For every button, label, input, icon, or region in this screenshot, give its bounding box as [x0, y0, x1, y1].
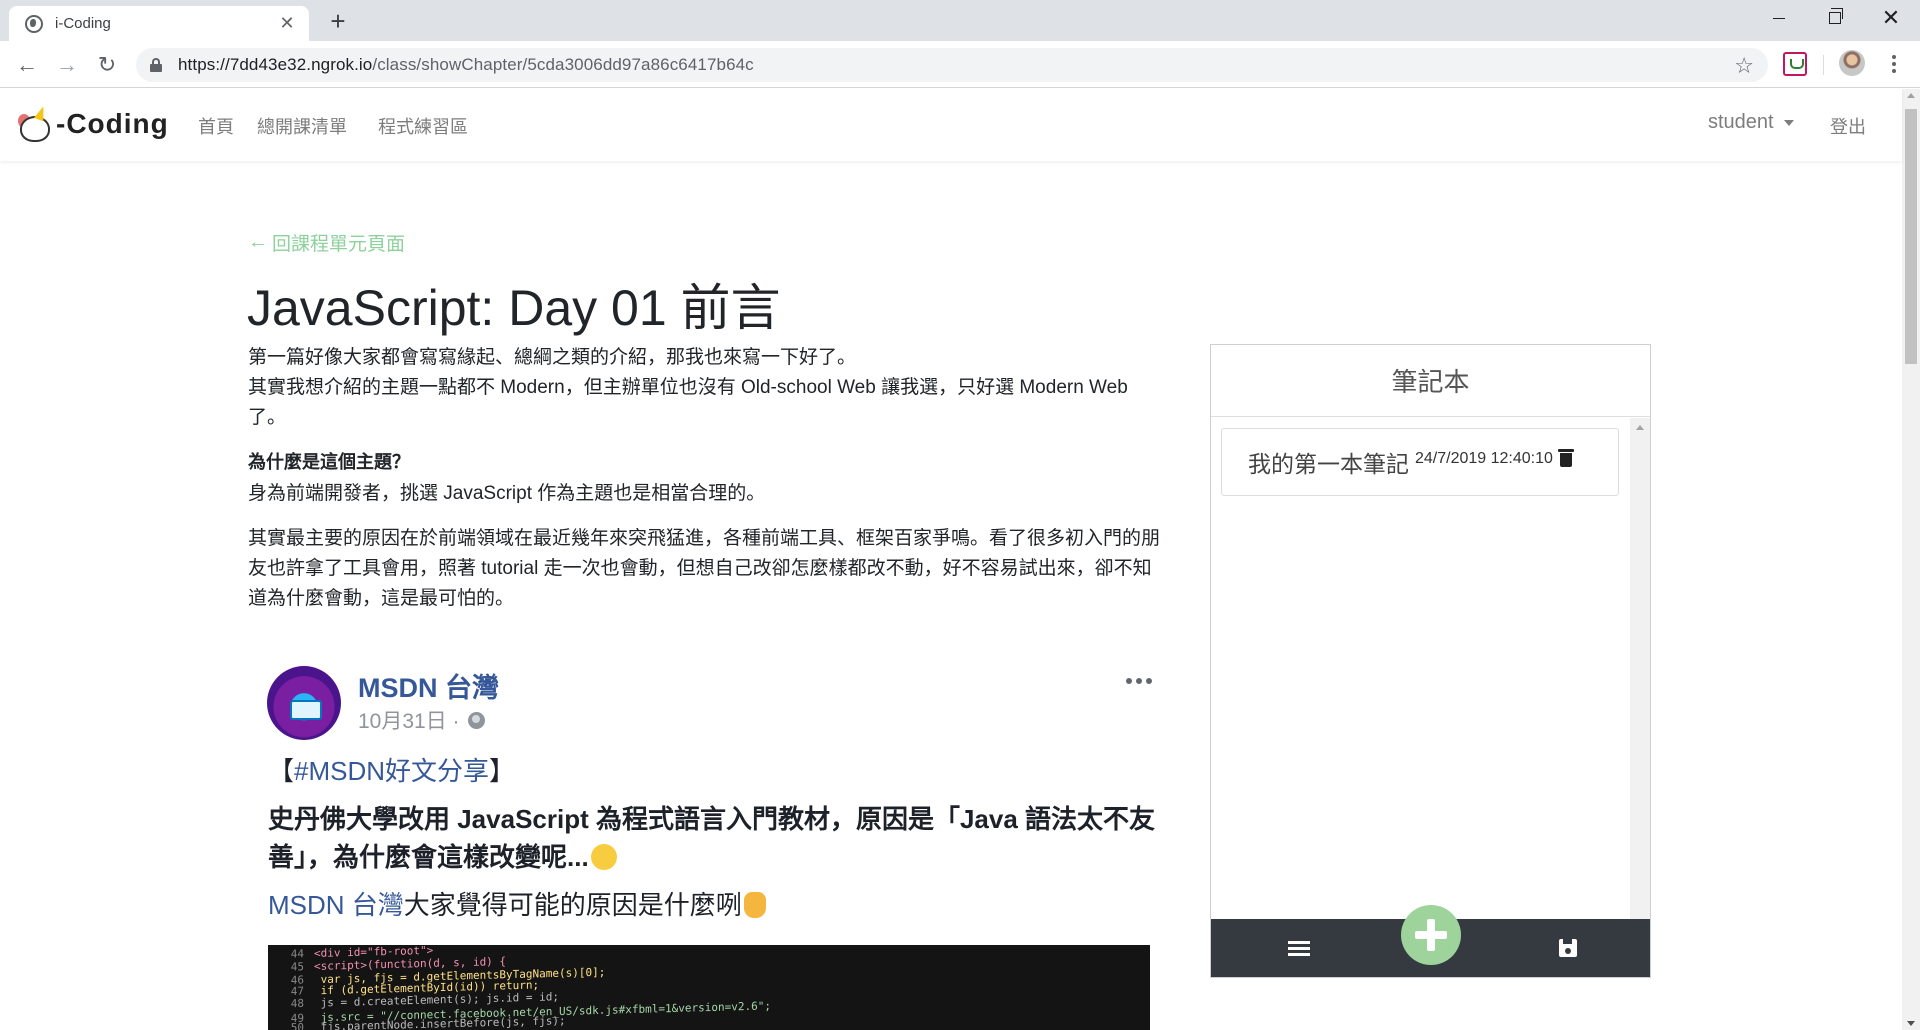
fb-hashtag-line: 【#MSDN好文分享】	[268, 752, 1168, 790]
profile-avatar[interactable]	[1839, 50, 1865, 76]
note-title: 我的第一本筆記	[1248, 451, 1409, 477]
nav-link-practice[interactable]: 程式練習區	[378, 113, 468, 139]
globe-icon	[25, 14, 43, 33]
close-icon[interactable]: ✕	[277, 13, 297, 34]
notebook-list: 我的第一本筆記 24/7/2019 12:40:10	[1211, 418, 1650, 919]
caret-down-icon	[1783, 119, 1794, 126]
scroll-up-arrow-icon[interactable]	[1907, 93, 1915, 98]
article-body: 第一篇好像大家都會寫寫緣起、總綱之類的介紹，那我也來寫一下好了。 其實我想介紹的…	[248, 343, 1170, 629]
browser-toolbar: ← → ↻ https://7dd43e32.ngrok.io/class/sh…	[0, 41, 1920, 88]
scroll-up-arrow-icon[interactable]	[1636, 425, 1644, 430]
note-item[interactable]: 我的第一本筆記 24/7/2019 12:40:10	[1221, 428, 1619, 496]
public-globe-icon	[467, 711, 485, 729]
fb-question-line: MSDN 台灣大家覺得可能的原因是什麼咧	[268, 886, 1168, 924]
fb-headline-text: 史丹佛大學改用 JavaScript 為程式語言入門教材，原因是「Java 語法…	[268, 804, 1156, 872]
save-icon[interactable]	[1559, 939, 1577, 957]
notebook-title: 筆記本	[1211, 345, 1650, 417]
page-scrollbar-thumb[interactable]	[1905, 109, 1917, 364]
scroll-down-arrow-icon[interactable]	[1907, 1021, 1915, 1026]
fb-hashtag-link[interactable]: #MSDN好文分享	[294, 756, 489, 786]
notebook-panel: 筆記本 我的第一本筆記 24/7/2019 12:40:10	[1210, 344, 1651, 978]
fb-post-code-image[interactable]: 44 <div id="fb-root"> 45 <script>(function…	[268, 945, 1150, 1030]
browser-tabstrip: i-Coding ✕ + ✕	[0, 0, 1920, 41]
msdn-page-avatar[interactable]	[267, 666, 341, 740]
bracket-close: 】	[489, 756, 516, 786]
restore-icon	[1829, 8, 1843, 24]
bookmark-star-icon[interactable]: ☆	[1734, 53, 1754, 79]
intro-line-1: 第一篇好像大家都會寫寫緣起、總綱之類的介紹，那我也來寫一下好了。	[248, 347, 857, 368]
user-dropdown[interactable]: student	[1708, 111, 1794, 134]
back-to-chapters-link[interactable]: ← 回課程單元頁面	[248, 229, 405, 256]
page-title: JavaScript: Day 01 前言	[247, 280, 781, 336]
bracket-open: 【	[268, 756, 295, 786]
trash-icon[interactable]	[1557, 449, 1574, 467]
facebook-embed-post: MSDN 台灣 10月31日 · 【#MSDN好文分享】 史丹佛大學改用 Jav…	[248, 652, 1168, 1030]
fb-page-name[interactable]: MSDN 台灣	[358, 666, 499, 705]
fb-mention-link[interactable]: MSDN 台灣	[268, 890, 404, 920]
raised-hand-emoji-icon	[743, 892, 766, 918]
url-text: https://7dd43e32.ngrok.io/class/showChap…	[178, 55, 754, 75]
notebook-toolbar	[1211, 905, 1650, 977]
paragraph-2: 身為前端開發者，挑選 JavaScript 作為主題也是相當合理的。	[248, 483, 766, 504]
fb-more-options-icon[interactable]	[1126, 678, 1152, 684]
paragraph-3: 其實最主要的原因在於前端領域在最近幾年來突飛猛進，各種前端工具、框架百家爭鳴。看…	[248, 528, 1161, 609]
fb-question-text: 大家覺得可能的原因是什麼咧	[403, 890, 742, 920]
user-name: student	[1708, 111, 1774, 133]
minimize-button[interactable]	[1750, 0, 1808, 36]
reload-button[interactable]: ↻	[92, 50, 122, 80]
fb-headline: 史丹佛大學改用 JavaScript 為程式語言入門教材，原因是「Java 語法…	[268, 800, 1168, 876]
forward-button[interactable]: →	[52, 50, 82, 80]
back-link-label: 回課程單元頁面	[272, 234, 406, 255]
unicorn-logo-icon	[18, 104, 54, 142]
tab-title: i-Coding	[55, 15, 111, 32]
url-path: /class/showChapter/5cda3006dd97a86c6417b…	[372, 55, 754, 74]
back-button[interactable]: ←	[12, 50, 42, 80]
restore-button[interactable]	[1806, 0, 1864, 36]
url-host: https://7dd43e32.ngrok.io	[178, 55, 373, 74]
nav-link-home[interactable]: 首頁	[198, 113, 234, 139]
section-heading: 為什麼是這個主題？	[248, 452, 410, 472]
toolbar-divider	[1823, 55, 1824, 75]
fb-date-text: 10月31日 ·	[358, 710, 460, 733]
browser-menu-icon[interactable]	[1884, 50, 1904, 78]
intro-line-2: 其實我想介紹的主題一點都不 Modern，但主辦單位也沒有 Old-school…	[248, 377, 1128, 428]
thinking-emoji-icon	[590, 844, 617, 870]
pocket-extension-icon[interactable]	[1783, 52, 1807, 76]
note-timestamp: 24/7/2019 12:40:10	[1415, 450, 1553, 467]
site-navbar: -Coding 首頁 總開課清單 程式練習區 student 登出	[0, 89, 1902, 161]
lock-icon[interactable]	[150, 58, 162, 72]
page-scrollbar[interactable]	[1902, 89, 1920, 1030]
brand-logo-link[interactable]: -Coding	[18, 103, 169, 145]
fb-post-date: 10月31日 ·	[358, 705, 485, 735]
logout-link[interactable]: 登出	[1830, 113, 1866, 139]
intro-paragraph: 第一篇好像大家都會寫寫緣起、總綱之類的介紹，那我也來寫一下好了。 其實我想介紹的…	[248, 343, 1170, 433]
nav-link-course-list[interactable]: 總開課清單	[257, 113, 347, 139]
add-note-button[interactable]	[1401, 905, 1461, 965]
notebook-scrollbar[interactable]	[1630, 418, 1650, 919]
window-close-button[interactable]: ✕	[1862, 0, 1920, 36]
arrow-left-icon: ←	[248, 231, 268, 253]
address-bar[interactable]: https://7dd43e32.ngrok.io/class/showChap…	[136, 48, 1768, 82]
brand-name: -Coding	[56, 108, 169, 139]
new-tab-button[interactable]: +	[323, 6, 353, 36]
list-icon[interactable]	[1288, 941, 1310, 957]
browser-tab[interactable]: i-Coding ✕	[9, 6, 309, 41]
